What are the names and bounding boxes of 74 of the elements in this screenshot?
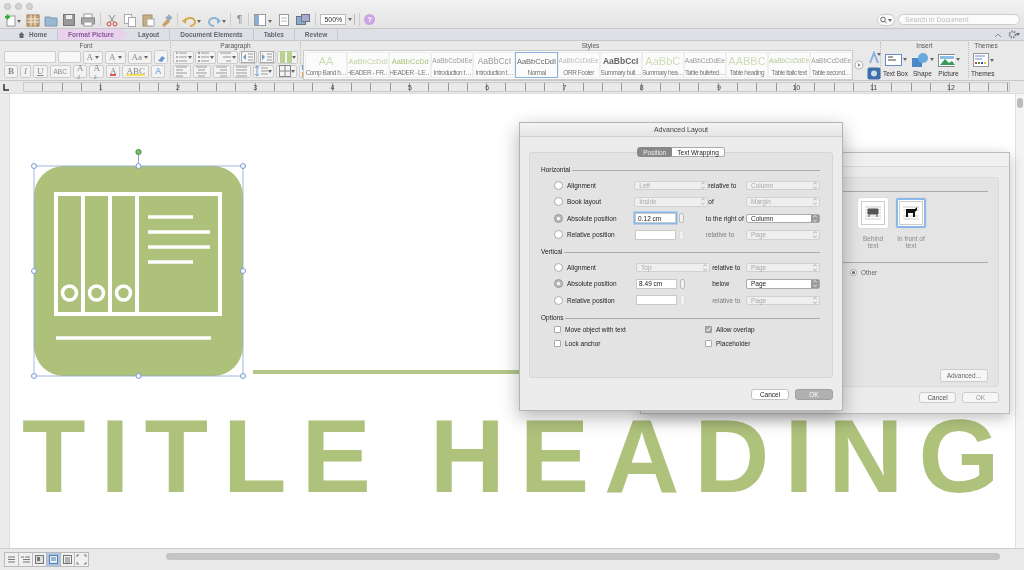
view-icon (62, 554, 73, 565)
table-behind-lines-icon (861, 201, 885, 225)
checkmark-icon (706, 326, 711, 332)
styles-pane-icon[interactable] (867, 66, 881, 80)
view-icon (76, 554, 87, 565)
view-icon (6, 554, 17, 565)
align-right-icon[interactable] (215, 64, 229, 78)
font-size-button[interactable]: A (105, 50, 126, 64)
brush-icon[interactable] (159, 12, 173, 27)
format-button[interactable]: U (33, 64, 48, 78)
stepper[interactable] (679, 213, 685, 224)
gear-icon[interactable] (1008, 30, 1020, 39)
zoom-button[interactable] (26, 3, 33, 10)
increase-indent-icon[interactable] (260, 50, 274, 64)
view-icon (20, 554, 31, 565)
bulleted-list-icon[interactable] (175, 50, 192, 64)
change-case-button[interactable]: Aa (127, 50, 152, 64)
view-icon (34, 554, 45, 565)
align-left-icon[interactable] (175, 64, 189, 78)
font-size-field[interactable] (58, 51, 81, 63)
format-button[interactable]: A (105, 64, 121, 78)
align-center-icon[interactable] (195, 64, 209, 78)
sidebar-icon[interactable] (253, 12, 274, 27)
borders-icon[interactable] (278, 64, 295, 78)
caret-icon (348, 18, 353, 21)
justify-icon[interactable] (235, 64, 249, 78)
clear-formatting-icon[interactable] (154, 50, 168, 64)
dog-on-lines-icon (899, 201, 923, 225)
format-button[interactable]: I (20, 64, 31, 78)
updown-icon[interactable] (701, 198, 706, 206)
house-icon[interactable] (18, 30, 25, 39)
formatting-marks-button[interactable]: ¶ (235, 14, 245, 25)
themes-icon[interactable] (971, 51, 994, 68)
shapes-icon[interactable] (910, 51, 929, 68)
caret-icon (929, 58, 934, 61)
search-menu-icon[interactable] (877, 12, 895, 27)
columns-icon[interactable] (279, 50, 296, 64)
updown-icon[interactable] (701, 181, 706, 189)
media-icon[interactable] (295, 12, 312, 27)
font-name-field[interactable] (4, 51, 57, 63)
minimize-button[interactable] (15, 3, 22, 10)
clipboard-icon[interactable] (141, 12, 155, 27)
picture-icon[interactable] (936, 51, 955, 68)
numbered-list-icon[interactable] (197, 50, 214, 64)
caret-icon (95, 55, 99, 59)
font-size-button[interactable]: A (82, 50, 103, 64)
format-button[interactable]: ABC (122, 64, 149, 78)
stepper[interactable] (680, 278, 686, 289)
caret-icon (144, 55, 148, 59)
text-box-icon[interactable] (883, 51, 902, 68)
title-heading: TITLE HEADING (22, 418, 1015, 494)
decrease-indent-icon[interactable] (241, 50, 255, 64)
vertical-scrollbar[interactable] (1015, 94, 1024, 548)
updown-icon[interactable] (703, 263, 708, 271)
multilevel-list-icon[interactable] (219, 50, 236, 64)
caret-icon (902, 58, 907, 61)
copy-icon[interactable] (123, 12, 137, 27)
horizontal-scrollbar[interactable] (166, 553, 1000, 560)
tab-stop-icon[interactable] (2, 83, 10, 91)
line-spacing-icon[interactable] (255, 64, 272, 78)
close-button[interactable] (4, 3, 11, 10)
new-document-icon[interactable] (4, 12, 22, 27)
format-button[interactable]: B (4, 64, 18, 78)
full-screen-view-button[interactable] (74, 552, 89, 567)
updown-icon[interactable] (813, 198, 817, 206)
updown-icon[interactable] (813, 231, 817, 239)
caret-icon (955, 58, 960, 61)
caret-icon (117, 55, 122, 59)
grid-icon[interactable] (26, 12, 40, 27)
printer-icon[interactable] (80, 12, 96, 27)
scissors-icon[interactable] (105, 12, 119, 27)
view-icon (48, 554, 59, 565)
save-icon[interactable] (62, 12, 76, 27)
page-icon[interactable] (277, 12, 292, 27)
